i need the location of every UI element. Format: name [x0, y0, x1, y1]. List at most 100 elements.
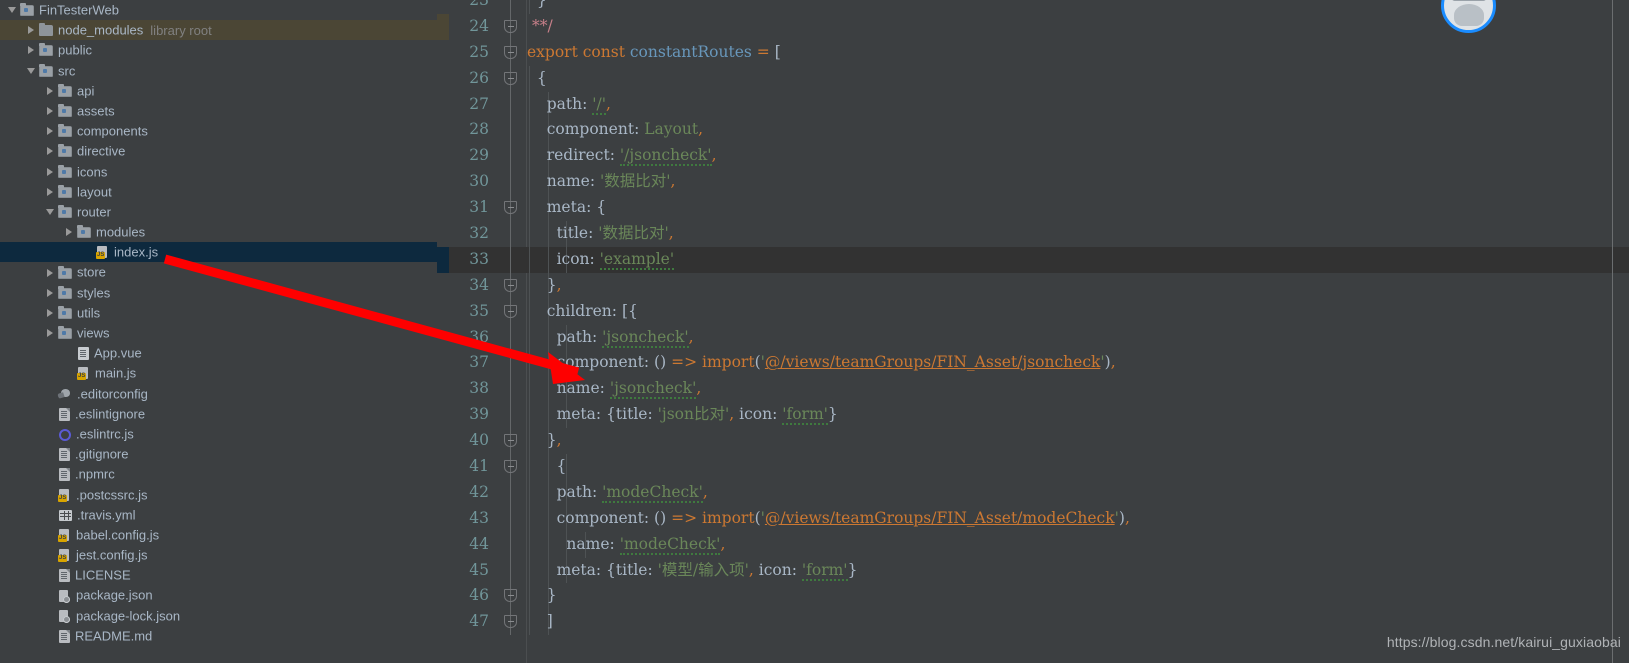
fold-gutter[interactable] [496, 583, 527, 610]
line-number[interactable]: 43 [449, 506, 496, 532]
code-text[interactable]: name: 'jsoncheck', [527, 376, 1629, 403]
tree-item-public[interactable]: public [0, 40, 437, 60]
line-number[interactable]: 40 [449, 428, 496, 454]
tree-item-app-vue[interactable]: App.vue [0, 343, 437, 363]
fold-collapse-icon[interactable] [504, 304, 517, 318]
line-number[interactable]: 42 [449, 480, 496, 506]
fold-gutter[interactable] [496, 428, 527, 455]
code-line-31[interactable]: 31 meta: { [437, 195, 1629, 222]
code-text[interactable]: component: () => import('@/views/teamGro… [527, 350, 1629, 377]
tree-item-fintesterweb[interactable]: FinTesterWeb [0, 0, 437, 20]
line-number[interactable]: 41 [449, 454, 496, 480]
chevron-right-icon[interactable] [65, 228, 74, 237]
code-text[interactable]: icon: 'example' [527, 246, 1629, 273]
project-tool-window[interactable]: FinTesterWeb node_modules library root publ… [0, 0, 437, 663]
tree-item-modules[interactable]: modules [0, 222, 437, 242]
code-line-39[interactable]: 39 meta: {title: 'json比对', icon: 'form'} [437, 402, 1629, 429]
line-number[interactable]: 28 [449, 117, 496, 143]
fold-gutter[interactable] [496, 117, 527, 144]
tree-item-npmrc[interactable]: .npmrc [0, 464, 437, 484]
line-number[interactable]: 27 [449, 92, 496, 118]
tree-item-styles[interactable]: styles [0, 283, 437, 303]
chevron-right-icon[interactable] [46, 187, 55, 197]
code-line-40[interactable]: 40 }, [437, 428, 1629, 455]
code-line-37[interactable]: 37 component: () => import('@/views/team… [437, 350, 1629, 377]
code-text[interactable]: name: '数据比对', [527, 169, 1629, 196]
tree-item-directive[interactable]: directive [0, 141, 437, 161]
tree-item-gitignore[interactable]: .gitignore [0, 444, 437, 464]
tree-item-package-lock-json[interactable]: package-lock.json [0, 606, 437, 626]
tree-item-utils[interactable]: utils [0, 303, 437, 323]
chevron-right-icon[interactable] [46, 329, 55, 338]
code-text[interactable]: path: '/', [527, 91, 1629, 118]
project-tree[interactable]: FinTesterWeb node_modules library root publ… [0, 0, 437, 646]
fold-collapse-icon[interactable] [504, 460, 517, 474]
code-line-25[interactable]: 25 export const constantRoutes = [ [437, 39, 1629, 66]
chevron-down-icon[interactable] [27, 67, 36, 76]
fold-gutter[interactable] [496, 376, 527, 403]
code-text[interactable]: { [527, 65, 1629, 92]
chevron-right-icon[interactable] [46, 127, 55, 136]
fold-collapse-icon[interactable] [504, 19, 517, 33]
code-text[interactable]: export const constantRoutes = [ [527, 40, 1629, 66]
tree-item-icons[interactable]: icons [0, 162, 437, 182]
fold-collapse-icon[interactable] [504, 589, 517, 603]
fold-gutter[interactable] [496, 143, 527, 170]
code-line-29[interactable]: 29 redirect: '/jsoncheck', [437, 143, 1629, 170]
fold-collapse-icon[interactable] [504, 201, 517, 215]
tree-item-eslintignore[interactable]: .eslintignore [0, 404, 437, 424]
line-number[interactable]: 34 [449, 273, 496, 299]
code-line-38[interactable]: 38 name: 'jsoncheck', [437, 376, 1629, 403]
line-number[interactable]: 35 [449, 299, 496, 325]
code-line-34[interactable]: 34 }, [437, 272, 1629, 299]
fold-gutter[interactable] [496, 272, 527, 299]
tree-item-src[interactable]: src [0, 61, 437, 81]
chevron-right-icon[interactable] [27, 46, 36, 55]
fold-gutter[interactable] [496, 454, 527, 480]
tree-item-store[interactable]: store [0, 262, 437, 282]
tree-item-main-js[interactable]: main.js [0, 363, 437, 383]
fold-gutter[interactable] [496, 531, 527, 558]
code-text[interactable]: path: 'jsoncheck', [527, 324, 1629, 351]
fold-gutter[interactable] [496, 221, 527, 247]
line-number[interactable]: 25 [449, 40, 496, 66]
tree-item-package-json[interactable]: package.json [0, 585, 437, 605]
tree-item-readme-md[interactable]: README.md [0, 626, 437, 646]
code-text[interactable]: }, [527, 428, 1629, 455]
code-line-42[interactable]: 42 path: 'modeCheck', [437, 479, 1629, 506]
fold-gutter[interactable] [496, 13, 527, 40]
fold-gutter[interactable] [496, 505, 527, 532]
line-number[interactable]: 26 [449, 66, 496, 92]
tree-item-index-js[interactable]: index.js [0, 242, 437, 263]
code-text[interactable]: }, [527, 272, 1629, 299]
line-number[interactable]: 38 [449, 376, 496, 402]
fold-gutter[interactable] [496, 298, 527, 325]
fold-gutter[interactable] [496, 479, 527, 506]
tree-item-travis-yml[interactable]: .travis.yml [0, 505, 437, 525]
chevron-right-icon[interactable] [46, 288, 55, 298]
code-text[interactable]: } [527, 583, 1629, 610]
tree-item-layout[interactable]: layout [0, 182, 437, 202]
line-number[interactable]: 32 [449, 221, 496, 247]
code-line-33[interactable]: 33 icon: 'example' [437, 246, 1629, 273]
code-line-28[interactable]: 28 component: Layout, [437, 117, 1629, 144]
fold-collapse-icon[interactable] [504, 45, 517, 59]
code-editor[interactable]: 23 } 24 **/ 25 export const constantRoutes … [437, 0, 1629, 663]
chevron-right-icon[interactable] [46, 107, 55, 116]
code-text[interactable]: meta: {title: 'json比对', icon: 'form'} [527, 402, 1629, 429]
code-text[interactable]: component: () => import('@/views/teamGro… [527, 505, 1629, 532]
fold-collapse-icon[interactable] [504, 278, 517, 292]
fold-collapse-icon[interactable] [504, 615, 517, 629]
tree-item-components[interactable]: components [0, 121, 437, 141]
code-line-26[interactable]: 26 { [437, 65, 1629, 92]
code-line-35[interactable]: 35 children: [{ [437, 298, 1629, 325]
fold-gutter[interactable] [496, 65, 527, 92]
code-text[interactable]: path: 'modeCheck', [527, 479, 1629, 506]
code-text[interactable]: { [527, 454, 1629, 480]
chevron-down-icon[interactable] [8, 6, 17, 15]
code-line-41[interactable]: 41 { [437, 454, 1629, 480]
chevron-right-icon[interactable] [27, 26, 36, 35]
code-text[interactable]: ] [527, 609, 1629, 636]
tree-item-api[interactable]: api [0, 81, 437, 101]
code-line-32[interactable]: 32 title: '数据比对', [437, 221, 1629, 247]
